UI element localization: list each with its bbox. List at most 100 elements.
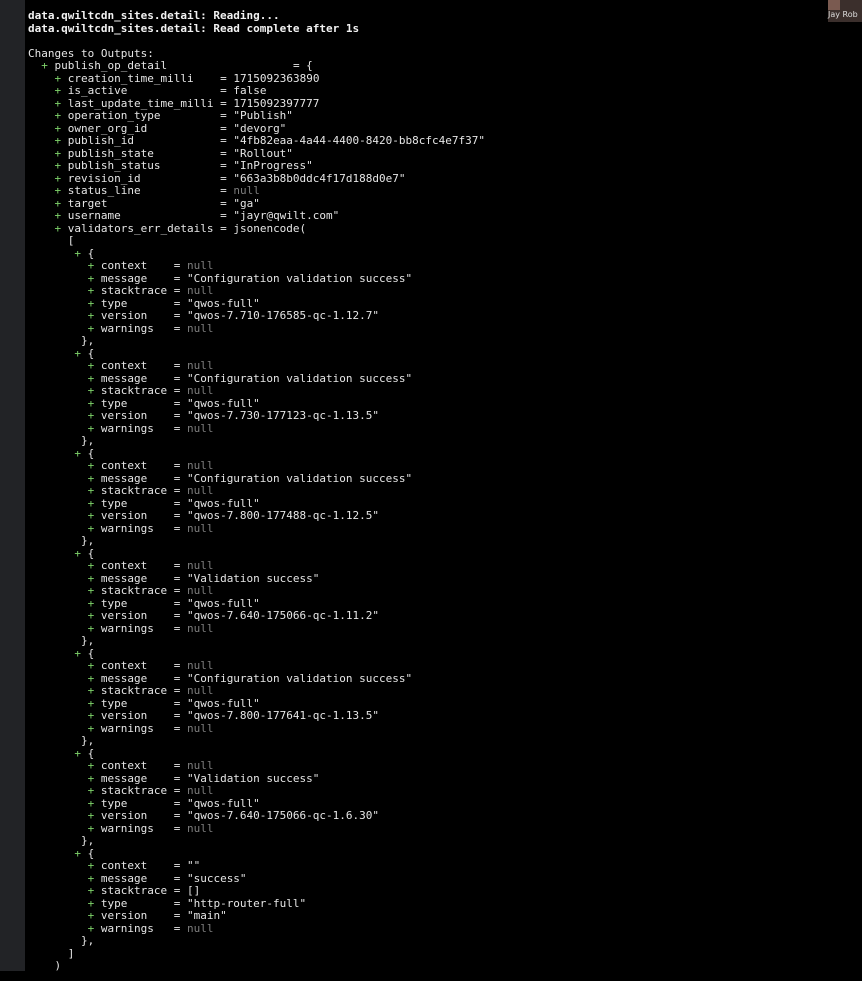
plus-marker: + — [87, 671, 95, 685]
plus-marker: + — [54, 146, 62, 160]
entry-close: }, — [28, 834, 95, 847]
entry-type-value: "http-router-full" — [186, 896, 307, 910]
entry-message-value: "Configuration validation success" — [186, 671, 413, 685]
plus-marker: + — [54, 209, 62, 222]
entry-context-value: null — [186, 359, 214, 372]
plus-marker: + — [74, 246, 81, 260]
plus-marker: + — [87, 759, 95, 772]
plus-marker: + — [87, 271, 95, 285]
entry-close: }, — [28, 534, 95, 547]
entry-version-value: "qwos-7.640-175066-qc-1.6.30" — [186, 809, 380, 822]
entry-close: }, — [28, 434, 95, 447]
entry-message-value: "success" — [186, 871, 247, 885]
entry-type-value: "qwos-full" — [186, 696, 260, 710]
terminal-output[interactable]: data.qwiltcdn_sites.detail: Reading... da… — [28, 0, 848, 981]
plus-marker: + — [87, 421, 95, 435]
field-value: "ga" — [233, 196, 260, 210]
plus-marker: + — [54, 159, 62, 172]
entry-field-stacktrace: + stacktrace = null — [87, 384, 214, 397]
entry-field-version: + version = "qwos-7.800-177488-qc-1.12.5… — [87, 509, 380, 522]
entry-stacktrace-value: [] — [186, 884, 201, 897]
entry-field-context: + context = null — [87, 259, 214, 272]
plus-marker: + — [87, 696, 95, 710]
plus-marker: + — [87, 896, 95, 910]
entry-field-context: + context = null — [87, 359, 214, 372]
plus-marker: + — [54, 109, 62, 122]
entry-stacktrace-value: null — [186, 584, 214, 597]
plus-marker: + — [87, 596, 95, 610]
field-value: 1715092363890 — [233, 71, 320, 85]
entry-field-stacktrace: + stacktrace = [] — [87, 884, 201, 897]
array-bracket: ] — [67, 946, 75, 960]
entry-message-value: "Validation success" — [186, 771, 320, 785]
entry-stacktrace-value: null — [186, 484, 214, 497]
plus-marker: + — [87, 809, 95, 822]
entry-field-version: + version = "qwos-7.640-175066-qc-1.6.30… — [87, 809, 380, 822]
entry-close: }, — [28, 934, 95, 947]
field-key: last_update_time_milli — [67, 96, 214, 110]
field-value: false — [233, 84, 267, 97]
plus-marker: + — [87, 321, 95, 335]
plus-marker: + — [54, 96, 62, 110]
status-text: data.qwiltcdn_sites.detail: Reading... — [28, 9, 280, 22]
field-row: + operation_type = "Publish" — [54, 109, 293, 122]
plus-marker: + — [74, 646, 81, 660]
entry-version-value: "qwos-7.800-177641-qc-1.13.5" — [186, 709, 380, 722]
plus-marker: + — [87, 284, 95, 297]
plus-marker: + — [87, 359, 95, 372]
array-close: ] — [28, 946, 848, 961]
entry-field-warnings: + warnings = null — [87, 721, 214, 735]
entry-message-value: "Validation success" — [186, 571, 320, 585]
entry-type-value: "qwos-full" — [186, 296, 260, 310]
plus-marker: + — [87, 684, 95, 697]
plus-marker: + — [74, 446, 81, 460]
entry-field-warnings: + warnings = null — [87, 521, 214, 535]
field-key: operation_type — [67, 109, 161, 122]
entry-field-context: + context = null — [87, 559, 214, 572]
field-key: creation_time_milli — [67, 71, 194, 85]
field-key: validators_err_details — [67, 221, 214, 235]
plus-marker: + — [74, 346, 81, 360]
entry-version-value: "qwos-7.640-175066-qc-1.11.2" — [186, 609, 380, 622]
status-line: data.qwiltcdn_sites.detail: Read complet… — [28, 22, 848, 36]
entry-field-warnings: + warnings = null — [87, 421, 214, 435]
plus-marker: + — [87, 371, 95, 385]
entry-stacktrace-value: null — [186, 784, 214, 797]
entry-field-stacktrace: + stacktrace = null — [87, 484, 214, 497]
field-key: username — [67, 209, 121, 222]
field-key: publish_status — [67, 159, 161, 172]
plus-marker: + — [87, 659, 95, 672]
plus-marker: + — [54, 184, 62, 197]
field-key: target — [67, 196, 108, 210]
field-key: status_line — [67, 184, 141, 197]
entry-field-warnings: + warnings = null — [87, 621, 214, 635]
field-value: null — [233, 184, 260, 197]
field-value: "Rollout" — [233, 146, 293, 160]
entry-field-warnings: + warnings = null — [87, 821, 214, 835]
entry-context-value: null — [186, 759, 214, 772]
plus-marker: + — [87, 496, 95, 510]
entry-stacktrace-value: null — [186, 384, 214, 397]
plus-marker: + — [87, 384, 95, 397]
entry-field-version: + version = "qwos-7.730-177123-qc-1.13.5… — [87, 409, 380, 422]
entry-version-value: "qwos-7.800-177488-qc-1.12.5" — [186, 509, 380, 522]
terminal-gutter — [0, 0, 25, 971]
field-key: revision_id — [67, 171, 141, 185]
entry-field-context: + context = null — [87, 659, 214, 672]
field-value: "4fb82eaa-4a44-4400-8420-bb8cfc4e7f37" — [233, 134, 485, 147]
entry-close: }, — [28, 334, 95, 347]
entry-type-value: "qwos-full" — [186, 596, 260, 610]
entry-context-value: null — [186, 459, 214, 472]
field-value: "Publish" — [233, 109, 293, 122]
field-value: "663a3b8b0ddc4f17d188d0e7" — [233, 171, 406, 185]
field-key: publish_state — [67, 146, 154, 160]
close-paren: ) — [54, 959, 62, 972]
plus-marker: + — [87, 609, 95, 622]
open-brace: = { — [292, 59, 313, 72]
entry-close: }, — [28, 734, 95, 747]
entry-warnings-value: null — [186, 321, 214, 335]
field-row: + validators_err_details = jsonencode( — [54, 221, 307, 235]
entry-context-value: null — [186, 559, 214, 572]
entry-version-value: "qwos-7.730-177123-qc-1.13.5" — [186, 409, 380, 422]
plus-marker: + — [87, 921, 95, 935]
